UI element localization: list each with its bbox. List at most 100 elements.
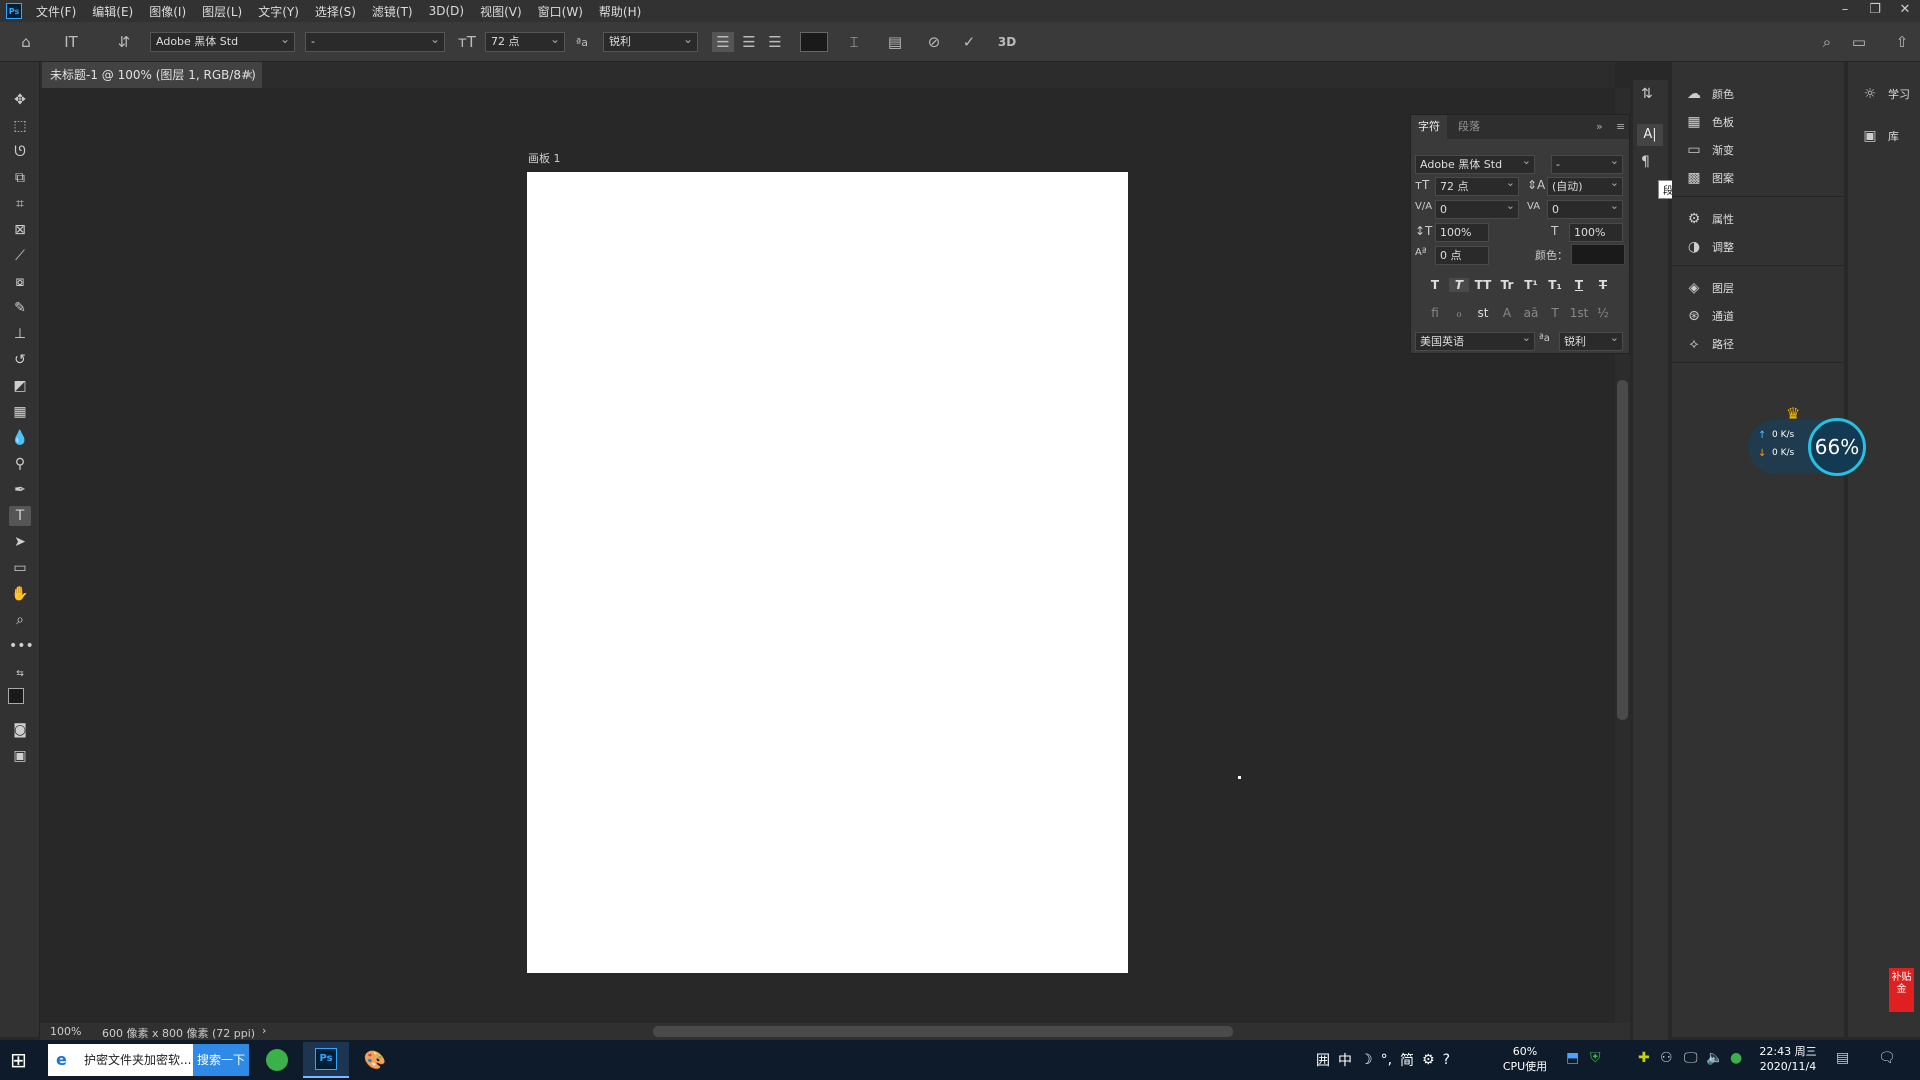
tab-paragraph[interactable]: 段落 bbox=[1451, 115, 1487, 139]
ime-help-icon[interactable]: ? bbox=[1443, 1052, 1450, 1068]
char-leading-field[interactable]: (自动) bbox=[1547, 174, 1623, 196]
tab-character[interactable]: 字符 bbox=[1411, 115, 1447, 139]
cpu-usage[interactable]: 60% CPU使用 bbox=[1495, 1044, 1555, 1074]
small-caps-button[interactable]: Tr bbox=[1497, 278, 1517, 292]
tray-green-icon[interactable]: ● bbox=[1730, 1050, 1742, 1066]
ime-chinese-mode[interactable]: 中 bbox=[1338, 1050, 1352, 1070]
dock-swatches[interactable]: ▦ 色板 bbox=[1684, 110, 1734, 134]
dock-paths[interactable]: ⟡ 路径 bbox=[1684, 332, 1734, 356]
align-center-icon[interactable]: ☰ bbox=[738, 32, 760, 52]
char-vscale-field[interactable]: 100% bbox=[1435, 223, 1489, 242]
menu-view[interactable]: 视图(V) bbox=[472, 3, 530, 20]
security-shield-icon[interactable]: ⛨ bbox=[1590, 1050, 1601, 1066]
ime-simplified[interactable]: 简 bbox=[1400, 1050, 1414, 1070]
menu-layer[interactable]: 图层(L) bbox=[194, 3, 250, 20]
subsidy-tag[interactable]: 补贴金 bbox=[1889, 968, 1914, 1012]
cancel-icon[interactable]: ⊘ bbox=[922, 32, 946, 52]
frame-tool-icon[interactable]: ⊠ bbox=[9, 220, 31, 240]
strikethrough-button[interactable]: T bbox=[1593, 278, 1613, 292]
close-icon[interactable]: ✕ bbox=[1890, 0, 1920, 22]
dock-adjustments[interactable]: ◑ 调整 bbox=[1684, 235, 1734, 259]
tray-plus-icon[interactable]: ✚ bbox=[1638, 1050, 1650, 1066]
horizontal-scroll-thumb[interactable] bbox=[653, 1026, 1233, 1037]
language-select[interactable]: 美国英语 bbox=[1415, 329, 1535, 351]
toggle-panels-icon[interactable]: ▤ bbox=[883, 32, 907, 52]
antialias-select[interactable]: 锐利 bbox=[603, 30, 698, 52]
paint-app-icon[interactable]: 🎨 bbox=[352, 1042, 398, 1078]
menu-select[interactable]: 选择(S) bbox=[307, 3, 364, 20]
char-font-style-select[interactable]: - bbox=[1551, 152, 1623, 174]
dock-libraries[interactable]: ▣ 库 bbox=[1860, 124, 1899, 148]
char-baseline-field[interactable]: 0 点 bbox=[1435, 246, 1489, 265]
contextual-alternates-button[interactable]: st bbox=[1473, 306, 1493, 320]
search-icon[interactable]: ⌕ bbox=[1815, 32, 1839, 52]
quick-mask-icon[interactable]: ◙ bbox=[9, 720, 31, 740]
brush-tool-icon[interactable]: ✎ bbox=[9, 298, 31, 318]
dock-learn[interactable]: ☼ 学习 bbox=[1860, 82, 1910, 106]
workspace-icon[interactable]: ▭ bbox=[1847, 32, 1871, 52]
titling-alternates-button[interactable]: T bbox=[1545, 306, 1565, 320]
move-tool-icon[interactable]: ✥ bbox=[9, 90, 31, 110]
align-right-icon[interactable]: ☰ bbox=[764, 32, 786, 52]
healing-tool-icon[interactable]: ⧇ bbox=[9, 272, 31, 292]
pen-tool-icon[interactable]: ✒ bbox=[9, 480, 31, 500]
menu-filter[interactable]: 滤镜(T) bbox=[364, 3, 421, 20]
fractions-button[interactable]: ½ bbox=[1593, 306, 1613, 320]
eraser-tool-icon[interactable]: ◩ bbox=[9, 376, 31, 396]
history-brush-icon[interactable]: ↺ bbox=[9, 350, 31, 370]
all-caps-button[interactable]: TT bbox=[1473, 278, 1493, 292]
align-left-icon[interactable]: ☰ bbox=[712, 32, 734, 52]
path-select-tool-icon[interactable]: ➤ bbox=[9, 532, 31, 552]
ime-grid-icon[interactable]: 囲 bbox=[1316, 1050, 1330, 1070]
font-style-select[interactable]: - bbox=[305, 30, 445, 52]
3d-button[interactable]: 3D bbox=[992, 32, 1022, 52]
swap-colors-icon[interactable]: ⇆ bbox=[9, 664, 31, 684]
minimize-icon[interactable]: – bbox=[1830, 0, 1860, 22]
more-tools-icon[interactable]: ••• bbox=[9, 636, 34, 656]
zoom-tool-icon[interactable]: ⌕ bbox=[9, 610, 31, 630]
dodge-tool-icon[interactable]: ⚲ bbox=[9, 454, 31, 474]
dock-layers[interactable]: ◈ 图层 bbox=[1684, 276, 1734, 300]
share-icon[interactable]: ⇧ bbox=[1890, 32, 1914, 52]
char-antialias-select[interactable]: 锐利 bbox=[1559, 329, 1623, 351]
char-tracking-field[interactable]: 0 bbox=[1547, 197, 1623, 219]
char-hscale-field[interactable]: 100% bbox=[1569, 223, 1623, 242]
restore-icon[interactable]: ❐ bbox=[1860, 0, 1890, 22]
network-icon[interactable]: 🖵 bbox=[1684, 1050, 1698, 1066]
toggle-orientation-icon[interactable]: ⇵ bbox=[112, 32, 136, 52]
windows-start-icon[interactable]: ⊞ bbox=[10, 1048, 27, 1072]
taskbar-clock[interactable]: 22:43 周三 2020/11/4 bbox=[1752, 1044, 1824, 1074]
menu-image[interactable]: 图像(I) bbox=[141, 3, 194, 20]
paragraph-panel-icon[interactable]: ¶ bbox=[1641, 154, 1650, 170]
collapse-panel-icon[interactable]: » bbox=[1589, 115, 1610, 139]
superscript-button[interactable]: T¹ bbox=[1521, 278, 1541, 292]
notification-icon[interactable]: 🗨 bbox=[1878, 1050, 1896, 1066]
volume-icon[interactable]: 🔈 bbox=[1706, 1050, 1723, 1066]
swash-button[interactable]: A bbox=[1497, 306, 1517, 320]
menu-edit[interactable]: 编辑(E) bbox=[84, 3, 141, 20]
lasso-tool-icon[interactable]: ᘎ bbox=[9, 142, 31, 162]
dock-properties[interactable]: ⚙ 属性 bbox=[1684, 207, 1734, 231]
status-arrow-icon[interactable]: › bbox=[262, 1024, 266, 1037]
memory-usage-ring[interactable]: 66% bbox=[1808, 418, 1866, 476]
blur-tool-icon[interactable]: 💧 bbox=[9, 428, 31, 448]
notes-icon[interactable]: ▤ bbox=[1836, 1050, 1849, 1066]
marquee-tool-icon[interactable]: ⬚ bbox=[9, 116, 31, 136]
ime-settings-icon[interactable]: ⚙ bbox=[1422, 1052, 1435, 1068]
object-select-tool-icon[interactable]: ⧉ bbox=[9, 168, 31, 188]
zoom-level[interactable]: 100% bbox=[50, 1025, 81, 1038]
commit-icon[interactable]: ✓ bbox=[957, 32, 981, 52]
faux-italic-button[interactable]: T bbox=[1449, 278, 1469, 292]
tray-app-icon[interactable]: ⬒ bbox=[1566, 1050, 1579, 1066]
crop-tool-icon[interactable]: ⌗ bbox=[9, 194, 31, 214]
dock-channels[interactable]: ⊛ 通道 bbox=[1684, 304, 1734, 328]
warp-text-icon[interactable]: ⌶ bbox=[842, 32, 866, 52]
hand-tool-icon[interactable]: ✋ bbox=[9, 584, 31, 604]
ordinals-button[interactable]: 1st bbox=[1569, 306, 1589, 320]
char-color-swatch[interactable] bbox=[1571, 244, 1625, 265]
menu-file[interactable]: 文件(F) bbox=[28, 3, 84, 20]
type-tool-preset-icon[interactable]: IT bbox=[56, 32, 86, 52]
panel-menu-icon[interactable]: ≡ bbox=[1609, 115, 1632, 139]
history-panel-icon[interactable]: ⇅ bbox=[1641, 86, 1653, 102]
stamp-tool-icon[interactable]: ⊥ bbox=[9, 324, 31, 344]
